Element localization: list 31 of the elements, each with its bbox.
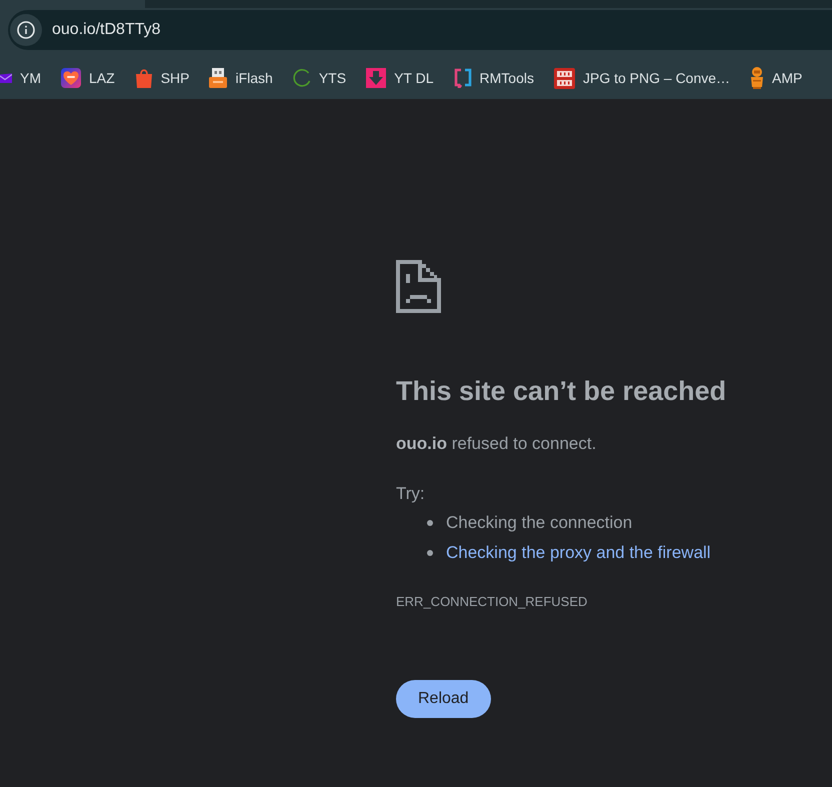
bullet-icon <box>427 520 433 526</box>
bookmark-item[interactable]: YM <box>0 69 41 87</box>
shopping-bag-icon <box>134 68 153 88</box>
bookmark-item[interactable]: SHP <box>134 68 190 88</box>
url-text: ouo.io/tD8TTy8 <box>52 20 160 40</box>
info-icon[interactable] <box>10 14 42 46</box>
error-code: ERR_CONNECTION_REFUSED <box>396 593 588 611</box>
bookmark-item[interactable]: RMTools <box>454 68 534 88</box>
envelope-icon <box>0 72 12 84</box>
error-message: ouo.io refused to connect. <box>396 433 598 455</box>
bookmark-item[interactable]: AMP <box>750 67 802 89</box>
suggestion-text: Checking the connection <box>446 512 632 534</box>
bullet-icon <box>427 550 433 556</box>
try-label: Try: <box>396 483 426 505</box>
bookmark-item[interactable]: YTS <box>292 69 346 87</box>
tile-icon <box>554 68 575 88</box>
ring-icon <box>292 69 311 87</box>
usb-drive-icon <box>209 68 228 88</box>
heart-icon <box>61 68 81 88</box>
suggestion-link[interactable]: Checking the proxy and the firewall <box>446 540 711 566</box>
address-bar[interactable]: ouo.io/tD8TTy8 <box>8 10 832 50</box>
download-arrow-icon <box>366 68 386 88</box>
reload-button[interactable]: Reload <box>396 680 491 718</box>
bookmark-item[interactable]: iFlash <box>209 68 273 88</box>
figure-icon <box>750 67 764 89</box>
brackets-icon <box>454 68 472 88</box>
sad-page-icon <box>396 260 441 313</box>
bookmark-item[interactable]: LAZ <box>61 68 115 88</box>
error-heading: This site can’t be reached <box>396 375 728 407</box>
bookmark-item[interactable]: JPG to PNG – Conve… <box>554 68 730 88</box>
bookmark-item[interactable]: YT DL <box>366 68 434 88</box>
